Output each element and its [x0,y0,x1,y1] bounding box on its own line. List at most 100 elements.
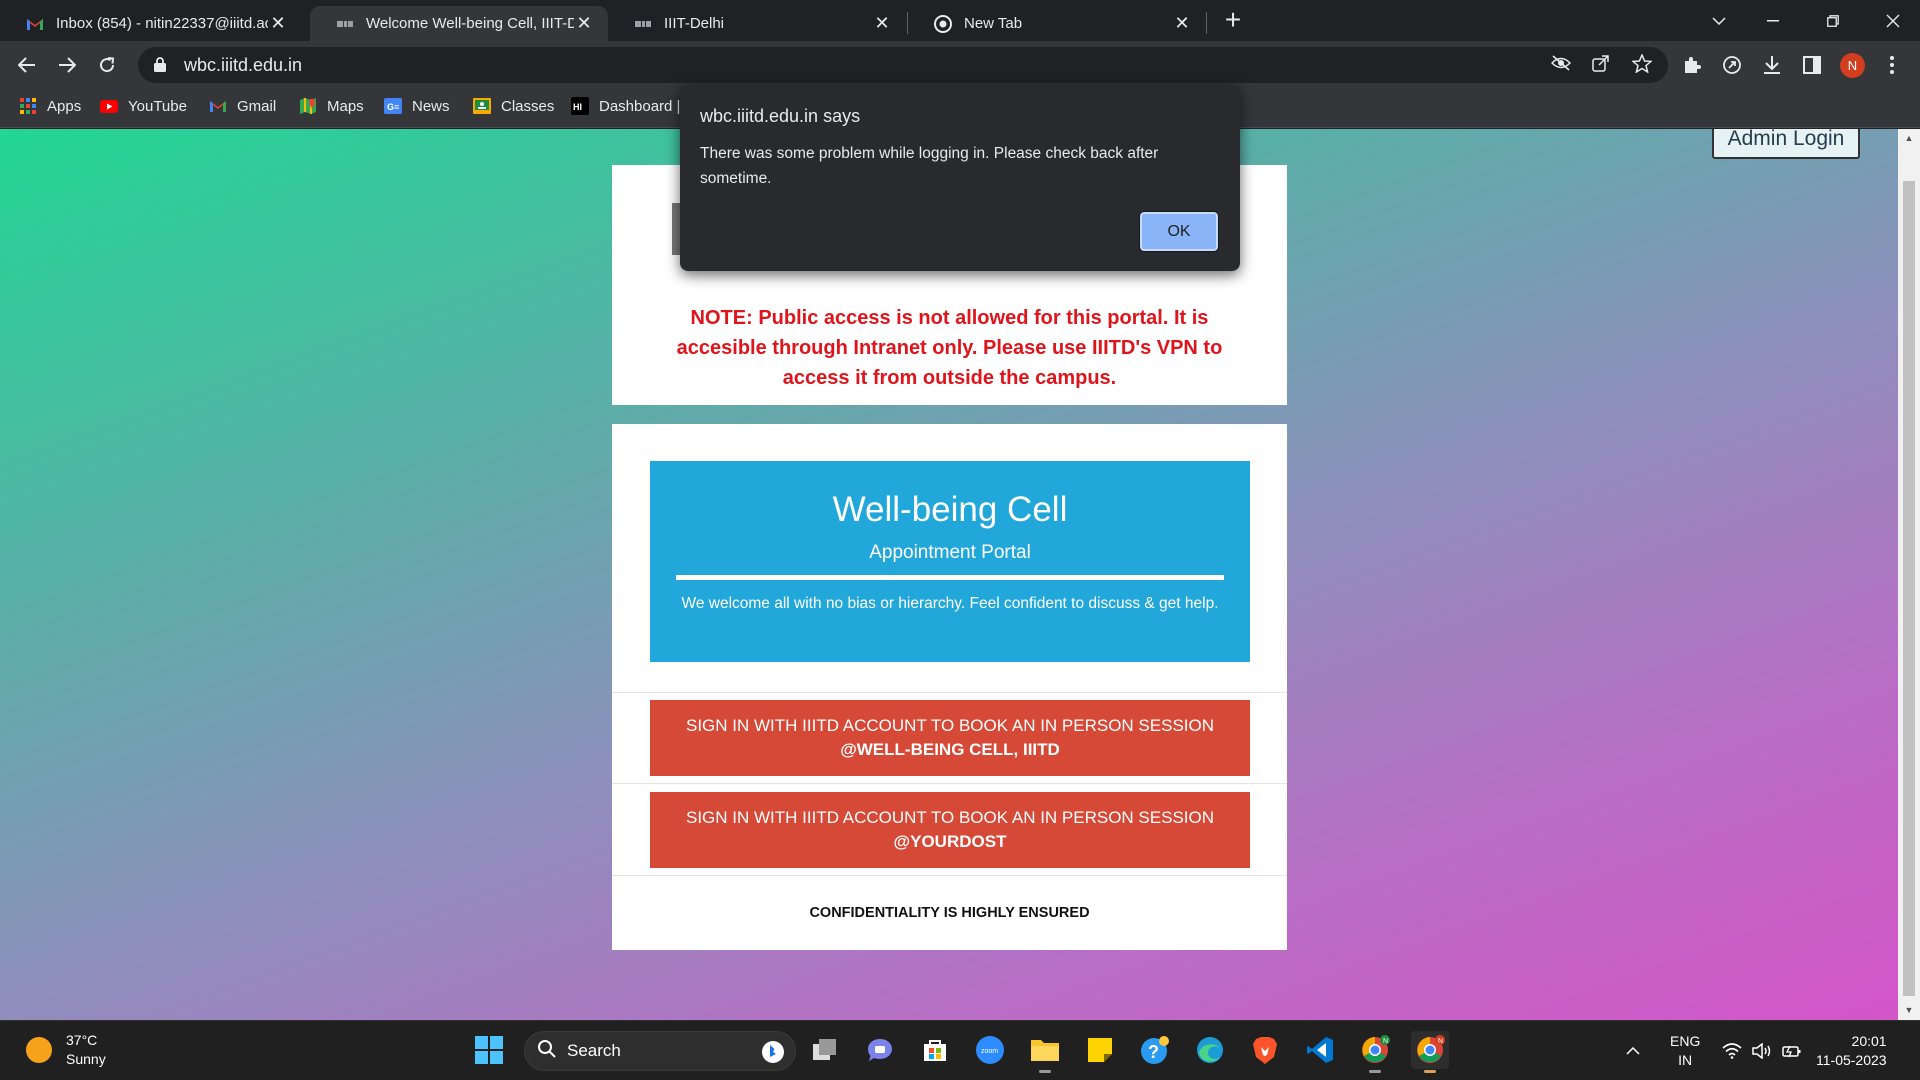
extension-icon[interactable] [1719,52,1745,78]
tab-wellbeing-cell[interactable]: Welcome Well-being Cell, IIIT-Delhi ✕ [310,6,608,41]
signin-line1: SIGN IN WITH IIITD ACCOUNT TO BOOK AN IN… [685,716,1215,735]
signin-wellbeing-cell-button[interactable]: SIGN IN WITH IIITD ACCOUNT TO BOOK AN IN… [650,700,1250,776]
maps-icon [299,97,317,115]
volume-icon[interactable] [1752,1021,1772,1080]
clock-time: 20:01 [1851,1033,1887,1049]
system-clock[interactable]: 20:01 11-05-2023 [1816,1032,1887,1070]
taskbar-search[interactable]: Search [524,1031,796,1071]
signin-line1: SIGN IN WITH IIITD ACCOUNT TO BOOK AN IN… [685,808,1215,827]
tab-search-chevron-icon[interactable] [1692,0,1746,41]
close-tab-icon[interactable]: ✕ [872,13,892,34]
scroll-up-icon[interactable]: ▲ [1898,131,1920,145]
tab-title: IIIT-Delhi [664,15,725,32]
dialog-header: wbc.iiitd.edu.in says [700,106,861,126]
tab-title: Inbox (854) - nitin22337@iiitd.ac.in [56,15,268,32]
wifi-icon[interactable] [1722,1021,1742,1080]
tab-separator [1206,12,1207,34]
wellbeing-banner: Well-being Cell Appointment Portal We we… [650,461,1250,662]
tab-new-tab[interactable]: New Tab ✕ [908,6,1206,41]
banner-welcome-text: We welcome all with no bias or hierarchy… [681,595,1219,612]
back-icon[interactable] [11,49,43,81]
running-indicator [1369,1070,1381,1073]
bookmark-dashboard[interactable]: HI Dashboard | [571,97,680,115]
close-tab-icon[interactable]: ✕ [268,13,288,34]
new-tab-button[interactable]: + [1218,6,1248,36]
share-icon[interactable] [1589,51,1613,75]
svg-text:HI: HI [573,102,582,112]
url-text: wbc.iiitd.edu.in [184,54,303,75]
task-view-icon[interactable] [806,1031,844,1069]
bookmark-label: Gmail [237,97,277,115]
signin-yourdost-button[interactable]: SIGN IN WITH IIITD ACCOUNT TO BOOK AN IN… [650,792,1250,868]
gmail-icon [209,97,227,115]
bookmark-label: Classes [501,97,555,115]
language-indicator[interactable]: ENG IN [1670,1021,1700,1080]
scrollbar-thumb[interactable] [1903,181,1915,996]
windows-start-icon[interactable] [470,1031,508,1069]
side-panel-icon[interactable] [1799,52,1825,78]
get-help-icon[interactable]: ? [1136,1031,1174,1069]
bookmark-label: YouTube [128,97,187,115]
search-icon [537,1039,557,1064]
microsoft-store-icon[interactable] [916,1031,954,1069]
forward-icon[interactable] [51,49,83,81]
bookmark-label: Maps [327,97,364,115]
tab-gmail-inbox[interactable]: Inbox (854) - nitin22337@iiitd.ac.in ✕ [0,6,302,41]
bookmark-apps[interactable]: Apps [19,97,81,115]
tab-iiit-delhi[interactable]: IIIT-Delhi ✕ [608,6,906,41]
sticky-notes-icon[interactable] [1081,1031,1119,1069]
dashboard-icon: HI [571,97,589,115]
close-window-icon[interactable] [1866,0,1920,41]
more-menu-icon[interactable] [1879,52,1905,78]
bookmark-label: Apps [47,97,82,115]
close-tab-icon[interactable]: ✕ [574,13,594,34]
reload-icon[interactable] [91,49,123,81]
browser-tab-strip: Inbox (854) - nitin22337@iiitd.ac.in ✕ W… [0,0,1920,41]
bookmark-news[interactable]: G≡ News [384,97,450,115]
file-explorer-icon[interactable] [1026,1031,1064,1073]
address-bar[interactable]: wbc.iiitd.edu.in [138,47,1668,83]
chrome-profile-icon[interactable]: N [1356,1031,1394,1073]
bookmark-gmail[interactable]: Gmail [209,97,276,115]
bookmark-label: Dashboard | [599,97,681,115]
language-code: ENG [1670,1033,1701,1049]
page-scrollbar[interactable]: ▲ ▼ [1898,129,1920,1020]
confidentiality-text: CONFIDENTIALITY IS HIGHLY ENSURED [809,905,1090,921]
bookmark-classes[interactable]: Classes [473,97,554,115]
windows-taskbar: 37°C Sunny Search zoom ? N N ENG IN 20:0… [0,1020,1920,1080]
dialog-ok-button[interactable]: OK [1139,211,1219,252]
zoom-icon[interactable]: zoom [971,1031,1009,1069]
bookmark-star-icon[interactable] [1630,51,1654,75]
close-tab-icon[interactable]: ✕ [1172,13,1192,34]
weather-condition: Sunny [66,1051,106,1067]
apps-grid-icon [19,97,37,115]
chrome-active-icon[interactable]: N [1411,1031,1449,1073]
scroll-down-icon[interactable]: ▼ [1898,1003,1920,1017]
admin-login-button[interactable]: Admin Login [1712,129,1860,159]
teams-chat-icon[interactable] [861,1031,899,1069]
profile-avatar[interactable]: N [1840,53,1865,78]
minimize-icon[interactable] [1746,0,1800,41]
lock-icon[interactable] [154,57,168,73]
weather-widget[interactable]: 37°C Sunny [26,1031,106,1069]
divider [612,875,1287,876]
bing-icon[interactable] [761,1040,785,1069]
site-icon [634,15,652,33]
download-icon[interactable] [1759,52,1785,78]
signin-line2: @YOURDOST [893,832,1007,851]
tab-title: Welcome Well-being Cell, IIIT-Delhi [366,15,574,32]
extensions-puzzle-icon[interactable] [1679,52,1705,78]
svg-text:?: ? [1148,1042,1159,1062]
running-indicator [1039,1070,1051,1073]
eye-off-icon[interactable] [1549,51,1573,75]
battery-icon[interactable] [1782,1021,1802,1080]
bookmark-youtube[interactable]: YouTube [100,97,187,115]
bookmark-label: News [412,97,450,115]
brave-icon[interactable] [1246,1031,1284,1069]
show-hidden-icons-chevron[interactable] [1626,1021,1640,1080]
bookmark-maps[interactable]: Maps [299,97,364,115]
restore-icon[interactable] [1806,0,1860,41]
tab-title: New Tab [964,15,1023,32]
edge-icon[interactable] [1191,1031,1229,1069]
vscode-icon[interactable] [1301,1031,1339,1069]
